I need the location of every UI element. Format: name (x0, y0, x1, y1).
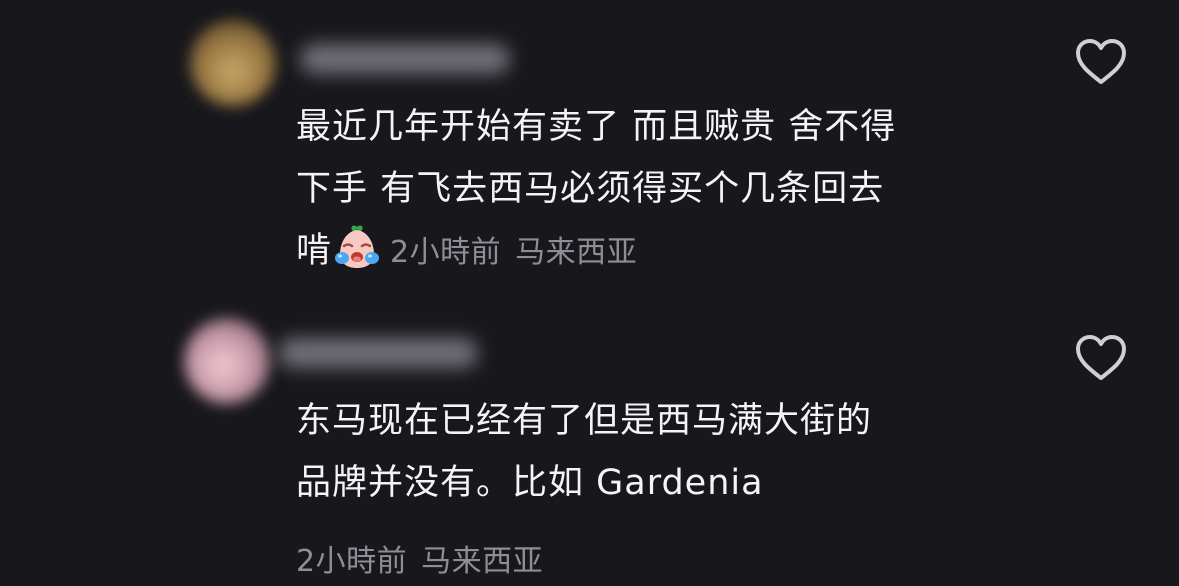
username[interactable] (300, 44, 510, 74)
username[interactable] (278, 338, 478, 368)
comment-text: 最近几年开始有卖了 而且贼贵 舍不得 下手 有飞去西马必须得买个几条回去 啃 2… (296, 96, 896, 284)
comment-location: 马来西亚 (515, 235, 638, 270)
avatar[interactable] (184, 318, 270, 404)
like-heart-icon[interactable] (1074, 334, 1128, 382)
comment-line: 下手 有飞去西马必须得买个几条回去 (296, 169, 885, 209)
comment-line: 东马现在已经有了但是西马满大街的 (296, 401, 873, 441)
comment-location: 马来西亚 (421, 544, 544, 579)
crying-face-emoji-icon (335, 225, 380, 268)
comment-line: 品牌并没有。比如 Gardenia (296, 463, 764, 503)
comment-time: 2小時前 (296, 544, 408, 579)
comment-meta: 2小時前 马来西亚 (390, 235, 651, 270)
comment-line: 啃 (296, 231, 333, 271)
comment-meta: 2小時前 马来西亚 (296, 536, 557, 580)
comment-line-with-meta: 啃 2小時前 马来西亚 (296, 220, 896, 284)
comment-time: 2小時前 (390, 235, 502, 270)
comment-line: 最近几年开始有卖了 而且贼贵 舍不得 (296, 107, 897, 147)
like-heart-icon[interactable] (1074, 38, 1128, 86)
comment-text: 东马现在已经有了但是西马满大街的 品牌并没有。比如 Gardenia (296, 390, 872, 514)
avatar[interactable] (190, 20, 276, 106)
